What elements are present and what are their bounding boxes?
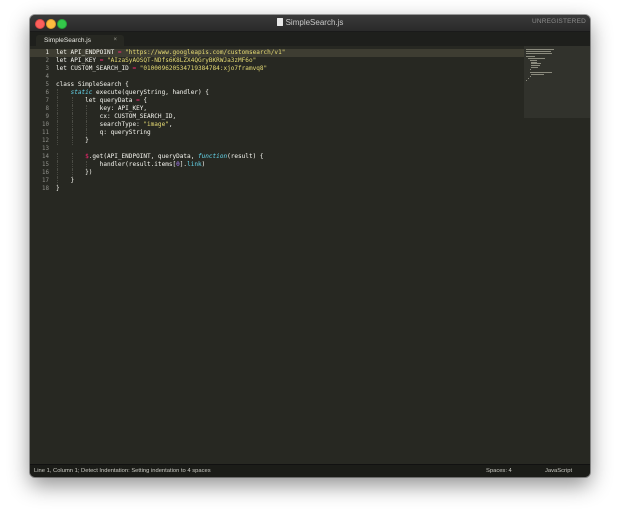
minimap[interactable] (524, 46, 590, 118)
line-number: 3 (45, 65, 50, 72)
minimap-line (526, 52, 553, 54)
minimap-line (531, 74, 545, 76)
indent-guide (57, 177, 58, 186)
registration-label: UNREGISTERED (531, 18, 586, 25)
indent-guide (71, 161, 73, 170)
code-line[interactable]: key: API_KEY, (56, 105, 147, 113)
line-number: 1 (45, 49, 50, 56)
code-line[interactable]: static execute(queryString, handler) { (56, 89, 209, 97)
line-number-gutter: 1 2 3 4 5 6 7 8 9 10 11 12 13 14 15 16 17 18 (30, 46, 52, 465)
indent-guide (86, 129, 88, 138)
tab-label: SimpleSearch.js (44, 37, 91, 44)
indent-guide (57, 112, 58, 121)
indent-guide (71, 104, 73, 113)
indent-guide (57, 161, 58, 170)
minimap-line (529, 76, 531, 77)
line-number: 12 (42, 138, 49, 145)
indent-guide (86, 161, 88, 170)
code-line[interactable]: $.get(API_ENDPOINT, queryData, function(… (56, 153, 263, 161)
code-line[interactable]: handler(result.items[0].link) (56, 161, 206, 169)
code-line[interactable]: } (56, 185, 60, 193)
line-number: 2 (45, 57, 50, 64)
code-line[interactable]: let queryData = { (56, 97, 147, 105)
indent-guide (57, 169, 58, 178)
status-message: Line 1, Column 1; Detect Indentation: Se… (34, 468, 211, 474)
window-title: SimpleSearch.js (285, 18, 344, 27)
indentation-setting[interactable]: Spaces: 4 (486, 465, 512, 477)
code-line[interactable]: cx: CUSTOM_SEARCH_ID, (56, 113, 176, 121)
line-number: 15 (42, 162, 49, 169)
indent-guide (57, 96, 58, 105)
indent-guide (57, 120, 58, 129)
code-line[interactable]: searchType: "image", (56, 121, 173, 129)
indent-guide (86, 104, 88, 113)
syntax-selector[interactable]: JavaScript (545, 465, 572, 477)
window-title-area: SimpleSearch.js (30, 17, 590, 29)
line-number: 17 (42, 178, 49, 185)
close-tab-icon[interactable]: × (113, 35, 117, 46)
minimap-line (531, 67, 538, 68)
line-number: 6 (45, 89, 50, 96)
line-number: 18 (42, 186, 49, 193)
indent-guide (86, 112, 88, 121)
line-number: 8 (45, 105, 50, 112)
code-line[interactable]: let API_ENDPOINT = "https://www.googleap… (56, 49, 285, 57)
code-line[interactable]: let CUSTOM_SEARCH_ID = "0100096205347193… (56, 65, 267, 73)
indent-guide (71, 120, 73, 129)
indent-guide (71, 129, 73, 138)
code-area[interactable]: let API_ENDPOINT = "https://www.googleap… (56, 46, 524, 465)
code-line[interactable]: } (56, 177, 75, 185)
indent-guide (71, 112, 73, 121)
indent-guide (86, 120, 88, 129)
line-number: 11 (42, 130, 49, 136)
document-icon (276, 18, 283, 26)
indent-guide (71, 169, 73, 178)
line-number: 5 (45, 81, 50, 88)
tab-bar: SimpleSearch.js × (30, 32, 590, 46)
line-number: 9 (45, 113, 50, 120)
indent-guide (57, 104, 58, 113)
line-number: 4 (45, 73, 50, 80)
indent-guide (57, 129, 58, 138)
indent-guide (57, 88, 58, 97)
indent-guide (57, 153, 58, 162)
code-editor[interactable]: 1 2 3 4 5 6 7 8 9 10 11 12 13 14 15 16 17 18 let API_ENDP… (30, 46, 590, 465)
indent-guide (57, 137, 58, 146)
indent-guide (71, 96, 73, 105)
code-line[interactable]: let API_KEY = "AIzaSyAOSQT-NDfs6K8LZX4QG… (56, 57, 256, 65)
indent-guide (71, 153, 73, 162)
line-number: 14 (42, 154, 49, 161)
code-line[interactable]: q: queryString (56, 129, 151, 137)
line-number: 7 (45, 97, 50, 104)
title-bar: SimpleSearch.js UNREGISTERED (30, 15, 590, 32)
indent-guide (71, 137, 73, 146)
editor-window: SimpleSearch.js UNREGISTERED SimpleSearc… (30, 15, 590, 477)
code-line[interactable]: }) (56, 169, 92, 177)
status-bar: Line 1, Column 1; Detect Indentation: Se… (30, 464, 590, 477)
tab-simplesearch-js[interactable]: SimpleSearch.js × (36, 35, 124, 46)
line-number: 10 (42, 121, 49, 128)
code-line[interactable]: class SimpleSearch { (56, 81, 129, 89)
line-number: 13 (42, 146, 49, 153)
line-number: 16 (42, 170, 49, 177)
